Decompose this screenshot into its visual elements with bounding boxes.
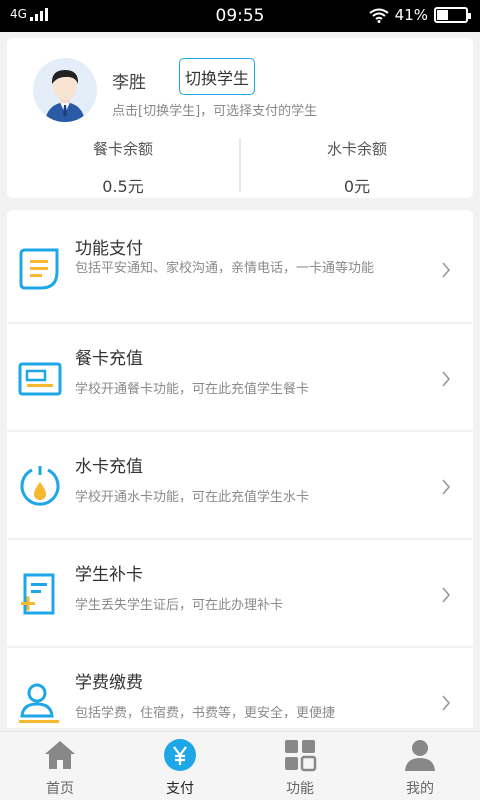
chevron-right-icon [442, 695, 451, 711]
tab-label: 支付 [166, 781, 194, 797]
menu-item-title: 功能支付 [75, 239, 143, 259]
user-icon [19, 683, 59, 723]
menu-item-title: 学费缴费 [75, 673, 143, 693]
switch-student-button[interactable]: 切换学生 [179, 58, 256, 95]
chevron-right-icon [442, 371, 451, 387]
menu-item-function-pay[interactable]: 功能支付 包括平安通知、家校沟通，亲情电话，一卡通等功能 [7, 210, 473, 324]
tab-label: 我的 [406, 781, 434, 797]
menu-item-title: 水卡充值 [75, 457, 143, 477]
tab-home[interactable]: 首页 [0, 732, 120, 800]
tab-pay[interactable]: 支付 [120, 732, 240, 800]
chevron-right-icon [442, 587, 451, 603]
tab-label: 首页 [46, 781, 74, 797]
grid-icon [285, 740, 317, 772]
menu-item-reissue-card[interactable]: 学生补卡 学生丢失学生证后，可在此办理补卡 [7, 540, 473, 648]
menu-item-tuition[interactable]: 学费缴费 包括学费，住宿费，书费等，更安全，更便捷 [7, 648, 473, 728]
menu-item-title: 餐卡充值 [75, 349, 143, 369]
menu-item-water-recharge[interactable]: 水卡充值 学校开通水卡功能，可在此充值学生水卡 [7, 432, 473, 540]
service-menu: 功能支付 包括平安通知、家校沟通，亲情电话，一卡通等功能 餐卡充值 学校开通餐卡… [7, 210, 473, 728]
document-icon [19, 248, 59, 290]
meal-card-balance: 餐卡余额 0.5元 [7, 138, 239, 197]
status-right: 41% [369, 6, 471, 24]
battery-icon [434, 7, 471, 23]
menu-item-desc: 学校开通水卡功能，可在此充值学生水卡 [75, 490, 310, 505]
meal-card-label: 餐卡余额 [92, 140, 153, 158]
person-icon [405, 740, 435, 771]
chevron-right-icon [442, 262, 451, 278]
menu-item-title: 学生补卡 [75, 565, 143, 585]
meal-card-value: 0.5元 [102, 177, 144, 196]
tab-functions[interactable]: 功能 [240, 732, 360, 800]
water-drop-icon [20, 466, 60, 506]
tab-label: 功能 [286, 781, 314, 797]
menu-item-desc: 学生丢失学生证后，可在此办理补卡 [75, 598, 284, 613]
menu-item-desc: 学校开通餐卡功能，可在此充值学生餐卡 [75, 382, 310, 397]
student-avatar-icon [45, 70, 85, 122]
chevron-right-icon [442, 479, 451, 495]
status-bar: 4G 09:55 41% [0, 0, 480, 32]
yuan-icon [164, 739, 196, 771]
battery-fill [437, 10, 449, 20]
reissue-card-icon [21, 573, 55, 615]
switch-hint: 点击[切换学生]，可选择支付的学生 [112, 104, 318, 119]
menu-item-desc: 包括平安通知、家校沟通，亲情电话，一卡通等功能 [75, 261, 375, 276]
battery-percent: 41% [394, 6, 428, 24]
id-card-icon [18, 362, 62, 396]
home-icon [45, 741, 75, 769]
wifi-icon [369, 8, 389, 23]
water-card-label: 水卡余额 [326, 140, 387, 158]
menu-item-meal-recharge[interactable]: 餐卡充值 学校开通餐卡功能，可在此充值学生餐卡 [7, 324, 473, 432]
water-card-balance: 水卡余额 0元 [241, 138, 473, 197]
student-name: 李胜 [112, 73, 146, 93]
tab-mine[interactable]: 我的 [360, 732, 480, 800]
water-card-value: 0元 [343, 177, 371, 196]
profile-card: 李胜 切换学生 点击[切换学生]，可选择支付的学生 餐卡余额 0.5元 水卡余额… [7, 38, 473, 198]
bottom-tab-bar: 首页 支付 功能 我的 [0, 731, 480, 800]
menu-item-desc: 包括学费，住宿费，书费等，更安全，更便捷 [75, 706, 336, 721]
avatar [33, 58, 97, 122]
